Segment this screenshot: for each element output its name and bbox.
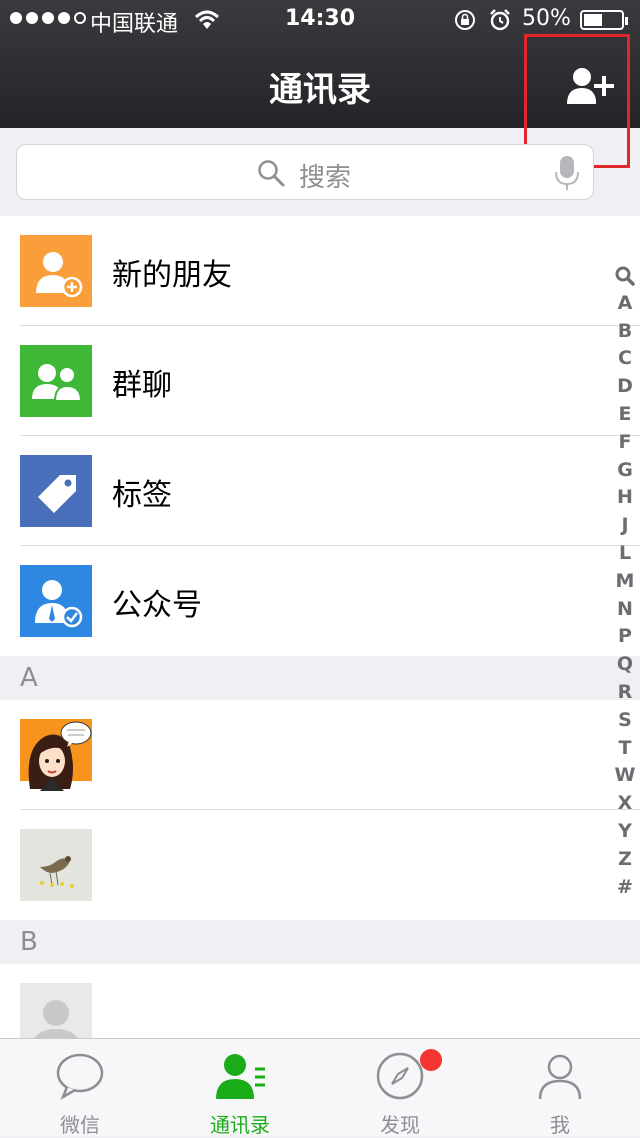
index-letter[interactable]: Y — [610, 818, 640, 846]
rotation-lock-icon — [455, 10, 475, 30]
official-accounts-item[interactable]: 公众号 — [0, 546, 640, 656]
new-friends-item[interactable]: 新的朋友 — [0, 216, 640, 326]
contact-list: 新的朋友 群聊 标签 公众号 A B — [0, 216, 640, 1074]
alphabet-index[interactable]: A B C D E F G H J L M N P Q R S T W X Y … — [610, 262, 640, 901]
official-account-icon — [20, 565, 92, 637]
tab-discover-label: 发现 — [380, 1113, 420, 1137]
profile-icon — [538, 1054, 582, 1100]
section-header-b: B — [0, 920, 640, 964]
search-icon — [258, 160, 285, 187]
add-contact-button[interactable] — [566, 66, 616, 106]
index-letter[interactable]: T — [610, 735, 640, 763]
tab-contacts[interactable]: 通讯录 — [160, 1039, 320, 1137]
index-letter[interactable]: P — [610, 623, 640, 651]
tab-contacts-label: 通讯录 — [210, 1113, 270, 1137]
search-placeholder: 搜索 — [299, 163, 352, 193]
index-letter[interactable]: J — [610, 512, 640, 540]
index-letter[interactable]: E — [610, 401, 640, 429]
tab-chats-label: 微信 — [60, 1113, 100, 1137]
index-search-icon[interactable] — [610, 262, 640, 290]
new-friend-icon — [20, 235, 92, 307]
bird-avatar — [20, 829, 92, 901]
contact-row[interactable] — [0, 810, 640, 920]
notification-badge — [420, 1049, 442, 1071]
tag-icon — [20, 455, 92, 527]
page-title: 通讯录 — [269, 70, 371, 110]
index-letter[interactable]: L — [610, 540, 640, 568]
index-letter[interactable]: R — [610, 679, 640, 707]
tab-bar: 微信 通讯录 发现 我 — [0, 1038, 640, 1137]
section-header-a: A — [0, 656, 640, 700]
index-letter[interactable]: N — [610, 596, 640, 624]
battery-icon — [580, 10, 628, 30]
battery-percentage: 50% — [522, 6, 571, 31]
navigation-bar: 中国联通 14:30 50% 通讯录 — [0, 0, 640, 128]
index-letter[interactable]: X — [610, 790, 640, 818]
chat-bubble-icon — [56, 1053, 104, 1100]
group-chat-label: 群聊 — [112, 368, 172, 403]
tab-me[interactable]: 我 — [480, 1039, 640, 1137]
tags-label: 标签 — [112, 478, 172, 513]
tags-item[interactable]: 标签 — [0, 436, 640, 546]
compass-icon — [376, 1052, 424, 1100]
index-letter[interactable]: S — [610, 707, 640, 735]
group-chat-icon — [20, 345, 92, 417]
cartoon-avatar — [20, 719, 92, 791]
microphone-icon[interactable] — [555, 155, 579, 191]
tab-me-label: 我 — [550, 1113, 570, 1137]
contact-row[interactable] — [0, 700, 640, 810]
group-chat-item[interactable]: 群聊 — [0, 326, 640, 436]
contacts-icon — [216, 1054, 265, 1099]
index-letter[interactable]: M — [610, 568, 640, 596]
alarm-icon — [490, 9, 510, 31]
search-bar[interactable]: 搜索 — [16, 144, 594, 200]
status-bar: 中国联通 14:30 50% — [0, 0, 640, 40]
index-letter[interactable]: B — [610, 318, 640, 346]
index-letter[interactable]: # — [610, 874, 640, 902]
index-letter[interactable]: Z — [610, 846, 640, 874]
tab-chats[interactable]: 微信 — [0, 1039, 160, 1137]
index-letter[interactable]: F — [610, 429, 640, 457]
index-letter[interactable]: H — [610, 484, 640, 512]
index-letter[interactable]: G — [610, 457, 640, 485]
index-letter[interactable]: C — [610, 345, 640, 373]
tab-discover[interactable]: 发现 — [320, 1039, 480, 1137]
official-accounts-label: 公众号 — [112, 588, 202, 623]
index-letter[interactable]: W — [610, 762, 640, 790]
index-letter[interactable]: Q — [610, 651, 640, 679]
index-letter[interactable]: A — [610, 290, 640, 318]
index-letter[interactable]: D — [610, 373, 640, 401]
new-friends-label: 新的朋友 — [112, 258, 232, 293]
